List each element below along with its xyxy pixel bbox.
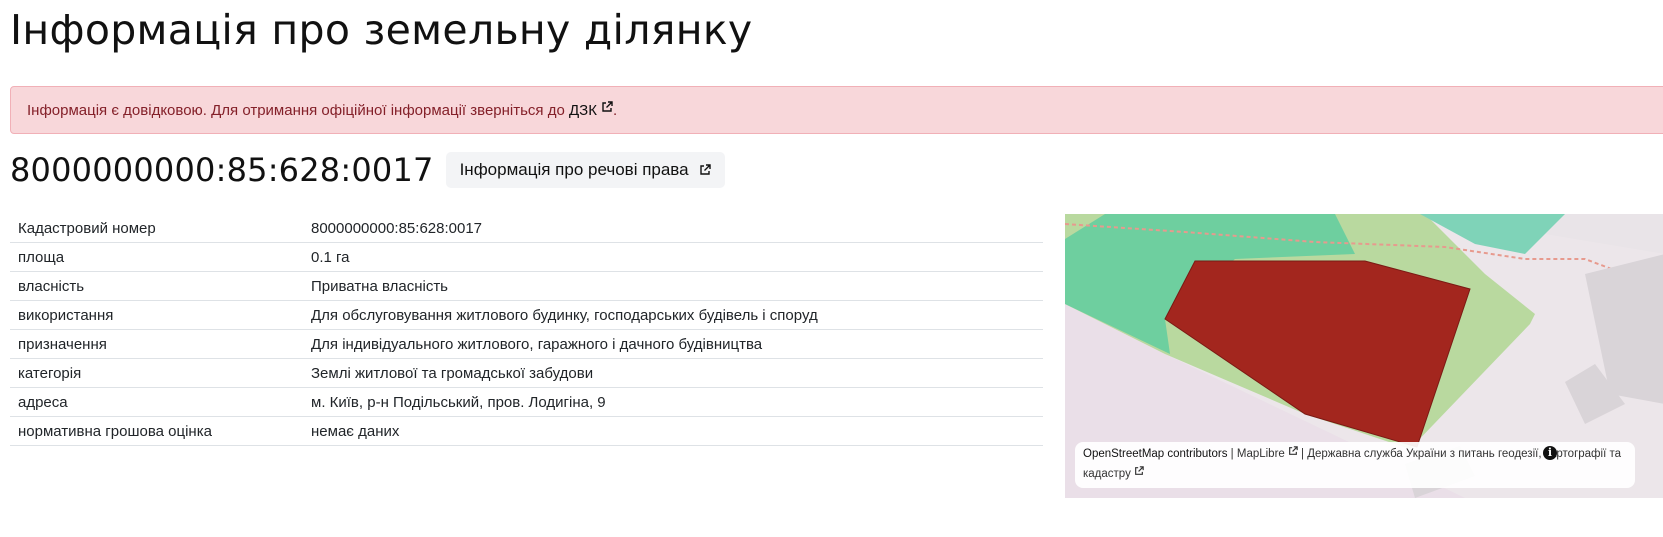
attribution-separator: |: [1297, 448, 1308, 460]
cadastral-number-heading: 8000000000:85:628:0017: [10, 151, 434, 189]
table-row: категорія Землі житлової та громадської з…: [10, 358, 1043, 388]
parcel-map[interactable]: OpenStreetMap contributors | MapLibre | …: [1065, 214, 1663, 498]
external-link-icon: [1134, 466, 1144, 476]
detail-value: 0.1 га: [303, 242, 1043, 272]
detail-value: Приватна власність: [303, 271, 1043, 301]
detail-label: Кадастровий номер: [10, 214, 303, 243]
detail-value: Для обслуговування житлового будинку, го…: [303, 300, 1043, 330]
dzk-link[interactable]: ДЗК: [569, 101, 613, 119]
parcel-header: 8000000000:85:628:0017 Інформація про ре…: [10, 150, 725, 190]
detail-label: призначення: [10, 329, 303, 359]
property-rights-button-label: Інформація про речові права: [459, 160, 689, 179]
disclaimer-alert: Інформація є довідковою. Для отримання о…: [10, 86, 1663, 134]
external-link-icon: [1288, 446, 1298, 456]
external-link-icon: [601, 101, 613, 113]
detail-label: адреса: [10, 387, 303, 417]
table-row: адреса м. Київ, р-н Подільський, пров. Ло…: [10, 387, 1043, 417]
parcel-details-table: Кадастровий номер 8000000000:85:628:0017 п…: [10, 214, 1043, 446]
page-title: Інформація про земельну ділянку: [10, 6, 753, 54]
maplibre-attribution-link[interactable]: MapLibre: [1237, 448, 1285, 460]
table-row: власність Приватна власність: [10, 271, 1043, 301]
attribution-separator: |: [1227, 448, 1237, 460]
detail-value: немає даних: [303, 416, 1043, 446]
osm-attribution-link[interactable]: OpenStreetMap contributors: [1083, 448, 1227, 460]
property-rights-button[interactable]: Інформація про речові права: [445, 152, 725, 188]
detail-label: власність: [10, 271, 303, 301]
alert-text: Інформація є довідковою. Для отримання о…: [27, 102, 569, 119]
detail-value: м. Київ, р-н Подільський, пров. Лодигіна…: [303, 387, 1043, 417]
detail-value: 8000000000:85:628:0017: [303, 214, 1043, 243]
dzk-link-label: ДЗК: [569, 102, 597, 119]
table-row: нормативна грошова оцінка немає даних: [10, 416, 1043, 446]
detail-label: площа: [10, 242, 303, 272]
external-link-icon: [699, 164, 711, 176]
table-row: площа 0.1 га: [10, 242, 1043, 272]
table-row: Кадастровий номер 8000000000:85:628:0017: [10, 214, 1043, 243]
attribution-info-icon[interactable]: i: [1543, 446, 1557, 460]
detail-label: категорія: [10, 358, 303, 388]
alert-suffix: .: [612, 102, 618, 119]
detail-label: використання: [10, 300, 303, 330]
detail-value: Землі житлової та громадської забудови: [303, 358, 1043, 388]
table-row: використання Для обслуговування житлового…: [10, 300, 1043, 330]
table-row: призначення Для індивідуального житлового…: [10, 329, 1043, 359]
detail-value: Для індивідуального житлового, гаражного…: [303, 329, 1043, 359]
detail-label: нормативна грошова оцінка: [10, 416, 303, 446]
